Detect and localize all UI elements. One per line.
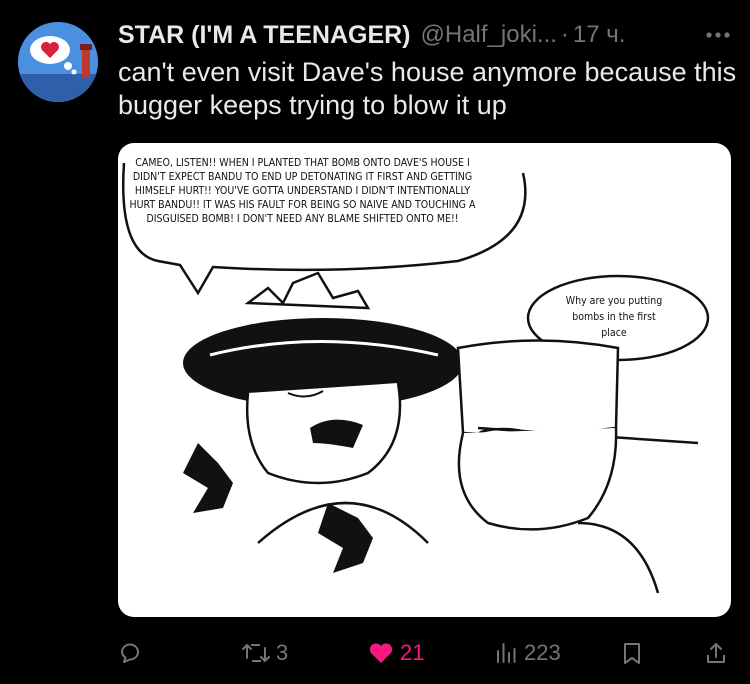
user-handle[interactable]: @Half_joki... (421, 21, 557, 49)
views-count: 223 (524, 640, 561, 665)
retweet-count: 3 (276, 640, 289, 665)
more-dots-icon (706, 32, 730, 38)
timestamp[interactable]: 17 ч. (573, 21, 626, 49)
bookmark-button[interactable] (620, 634, 644, 672)
reply-icon (121, 643, 139, 663)
bookmark-icon (624, 643, 640, 664)
views-chart-icon (497, 643, 516, 663)
retweet-button[interactable]: 3 (242, 634, 288, 672)
avatar[interactable] (18, 22, 98, 102)
share-icon (707, 643, 725, 663)
like-button[interactable]: 21 (368, 634, 424, 672)
speech-bubble-1-text: CAMEO, LISTEN!! WHEN I PLANTED THAT BOMB… (129, 157, 476, 225)
more-options-button[interactable] (698, 16, 738, 54)
separator-dot: · (560, 21, 569, 48)
tweet-text: can't even visit Dave's house anymore be… (118, 57, 737, 120)
retweet-icon (242, 644, 270, 662)
avatar-image (18, 22, 98, 102)
like-count: 21 (400, 640, 425, 665)
tweet-actions: 3 21 223 (108, 634, 738, 672)
reply-button[interactable] (118, 634, 148, 672)
tweet-media-image[interactable]: CAMEO, LISTEN!! WHEN I PLANTED THAT BOMB… (118, 143, 731, 617)
heart-icon (369, 643, 393, 663)
speech-bubble-2-text: Why are you putting bombs in the first p… (565, 295, 663, 339)
share-button[interactable] (704, 634, 728, 672)
display-name[interactable]: STAR (I'M A TEENAGER) (118, 21, 411, 50)
views-button[interactable]: 223 (494, 634, 561, 672)
tweet-header: STAR (I'M A TEENAGER) @Half_joki... · 17… (118, 16, 738, 54)
